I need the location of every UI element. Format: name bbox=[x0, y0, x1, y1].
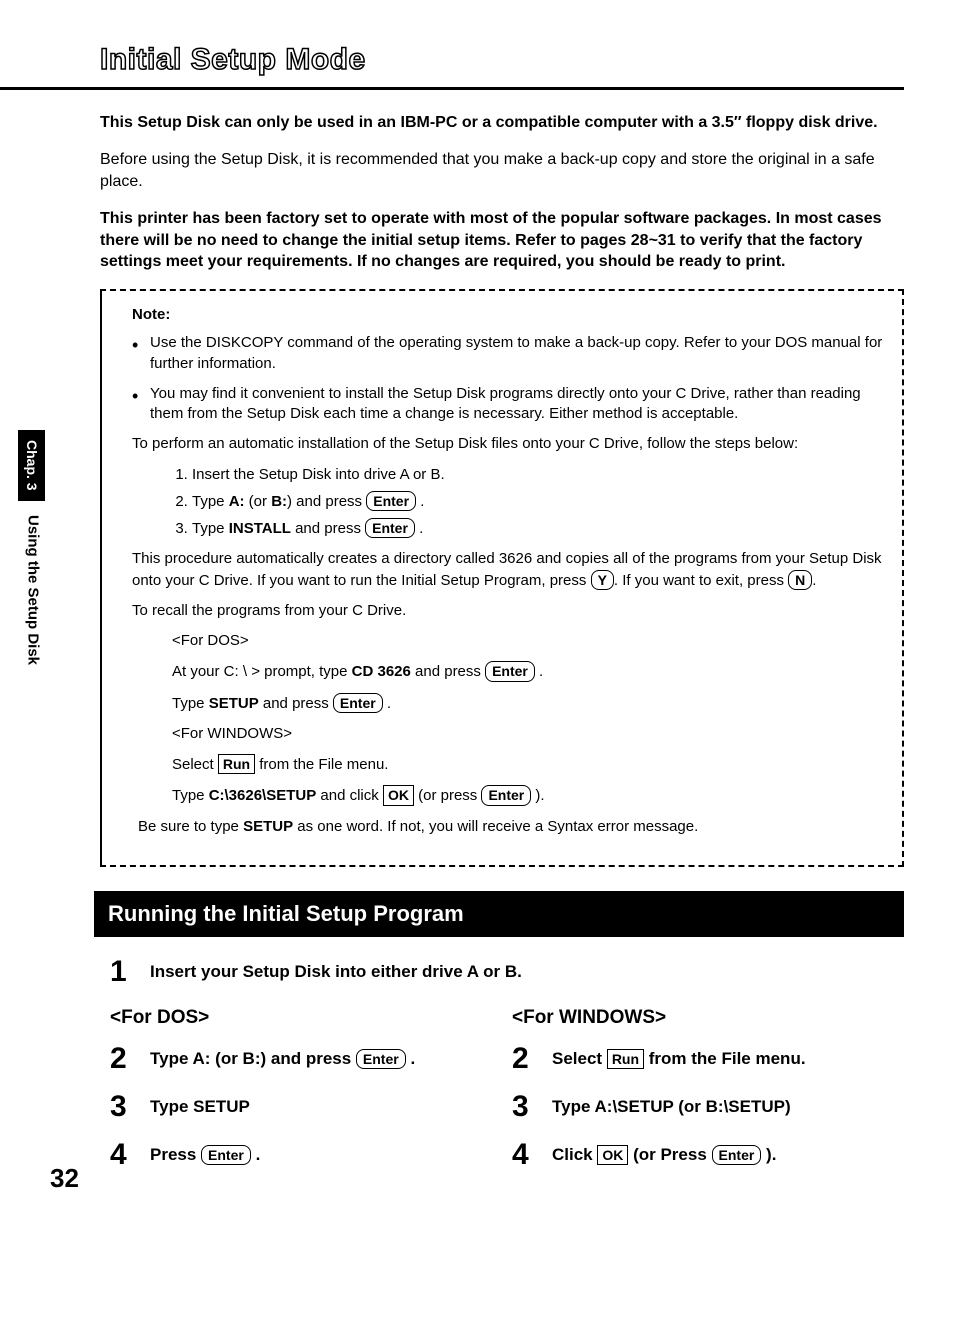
step-number: 3 bbox=[512, 1092, 552, 1122]
y-key: Y bbox=[591, 570, 614, 590]
ok-button-label: OK bbox=[597, 1145, 628, 1165]
enter-key: Enter bbox=[201, 1145, 251, 1165]
step-number: 3 bbox=[110, 1092, 150, 1122]
win-select-line: Select Run from the File menu. bbox=[172, 754, 884, 775]
run-button-label: Run bbox=[218, 754, 255, 774]
intro-p1: This Setup Disk can only be used in an I… bbox=[100, 112, 904, 134]
note-bullet-1: Use the DISKCOPY command of the operatin… bbox=[132, 333, 884, 374]
win-step-4: Click OK (or Press Enter ). bbox=[552, 1140, 776, 1167]
ok-button-label: OK bbox=[383, 785, 414, 805]
title-rule bbox=[0, 87, 904, 90]
enter-key: Enter bbox=[712, 1145, 762, 1165]
section-heading: Running the Initial Setup Program bbox=[94, 891, 904, 937]
win-step-3: Type A:\SETUP (or B:\SETUP) bbox=[552, 1092, 791, 1119]
dos-step-2: Type A: (or B:) and press Enter . bbox=[150, 1044, 415, 1071]
enter-key: Enter bbox=[365, 518, 415, 538]
enter-key: Enter bbox=[481, 785, 531, 805]
side-tab-section: Using the Setup Disk bbox=[18, 501, 46, 679]
page-number: 32 bbox=[50, 1161, 79, 1196]
note-bullet-2: You may find it convenient to install th… bbox=[132, 384, 884, 425]
intro-p3: This printer has been factory set to ope… bbox=[100, 208, 904, 273]
intro-p2: Before using the Setup Disk, it is recom… bbox=[100, 149, 904, 192]
win-type-line: Type C:\3626\SETUP and click OK (or pres… bbox=[172, 785, 884, 806]
dos-cd-line: At your C: \ > prompt, type CD 3626 and … bbox=[172, 661, 884, 682]
enter-key: Enter bbox=[485, 661, 535, 681]
win-column-header: <For WINDOWS> bbox=[512, 1005, 894, 1031]
note-ol-3: Type INSTALL and press Enter . bbox=[192, 518, 884, 539]
for-dos-label: <For DOS> bbox=[172, 631, 884, 651]
step-number: 2 bbox=[110, 1044, 150, 1074]
page-title: Initial Setup Mode bbox=[100, 40, 904, 81]
dos-setup-line: Type SETUP and press Enter . bbox=[172, 693, 884, 714]
intro-block: This Setup Disk can only be used in an I… bbox=[100, 112, 904, 274]
dos-step-3: Type SETUP bbox=[150, 1092, 250, 1119]
step-number: 2 bbox=[512, 1044, 552, 1074]
enter-key: Enter bbox=[333, 693, 383, 713]
step-number: 4 bbox=[110, 1140, 150, 1170]
run-button-label: Run bbox=[607, 1049, 644, 1069]
for-windows-label: <For WINDOWS> bbox=[172, 724, 884, 744]
note-label: Note: bbox=[132, 305, 884, 325]
side-tab-chapter: Chap. 3 bbox=[18, 430, 45, 501]
note-ol-2: Type A: (or B:) and press Enter . bbox=[192, 491, 884, 512]
enter-key: Enter bbox=[366, 491, 416, 511]
syntax-warning: Be sure to type SETUP as one word. If no… bbox=[132, 817, 884, 837]
note-recall: To recall the programs from your C Drive… bbox=[132, 601, 884, 621]
step-number: 1 bbox=[110, 957, 150, 987]
note-ol-1: Insert the Setup Disk into drive A or B. bbox=[192, 465, 884, 485]
note-after-install: This procedure automatically creates a d… bbox=[132, 549, 884, 591]
step-1-text: Insert your Setup Disk into either drive… bbox=[150, 957, 522, 984]
note-auto-install: To perform an automatic installation of … bbox=[132, 434, 884, 454]
win-step-2: Select Run from the File menu. bbox=[552, 1044, 806, 1071]
dos-column-header: <For DOS> bbox=[110, 1005, 492, 1031]
enter-key: Enter bbox=[356, 1049, 406, 1069]
dos-step-4: Press Enter . bbox=[150, 1140, 260, 1167]
n-key: N bbox=[788, 570, 812, 590]
note-box: Note: Use the DISKCOPY command of the op… bbox=[100, 289, 904, 867]
step-number: 4 bbox=[512, 1140, 552, 1170]
